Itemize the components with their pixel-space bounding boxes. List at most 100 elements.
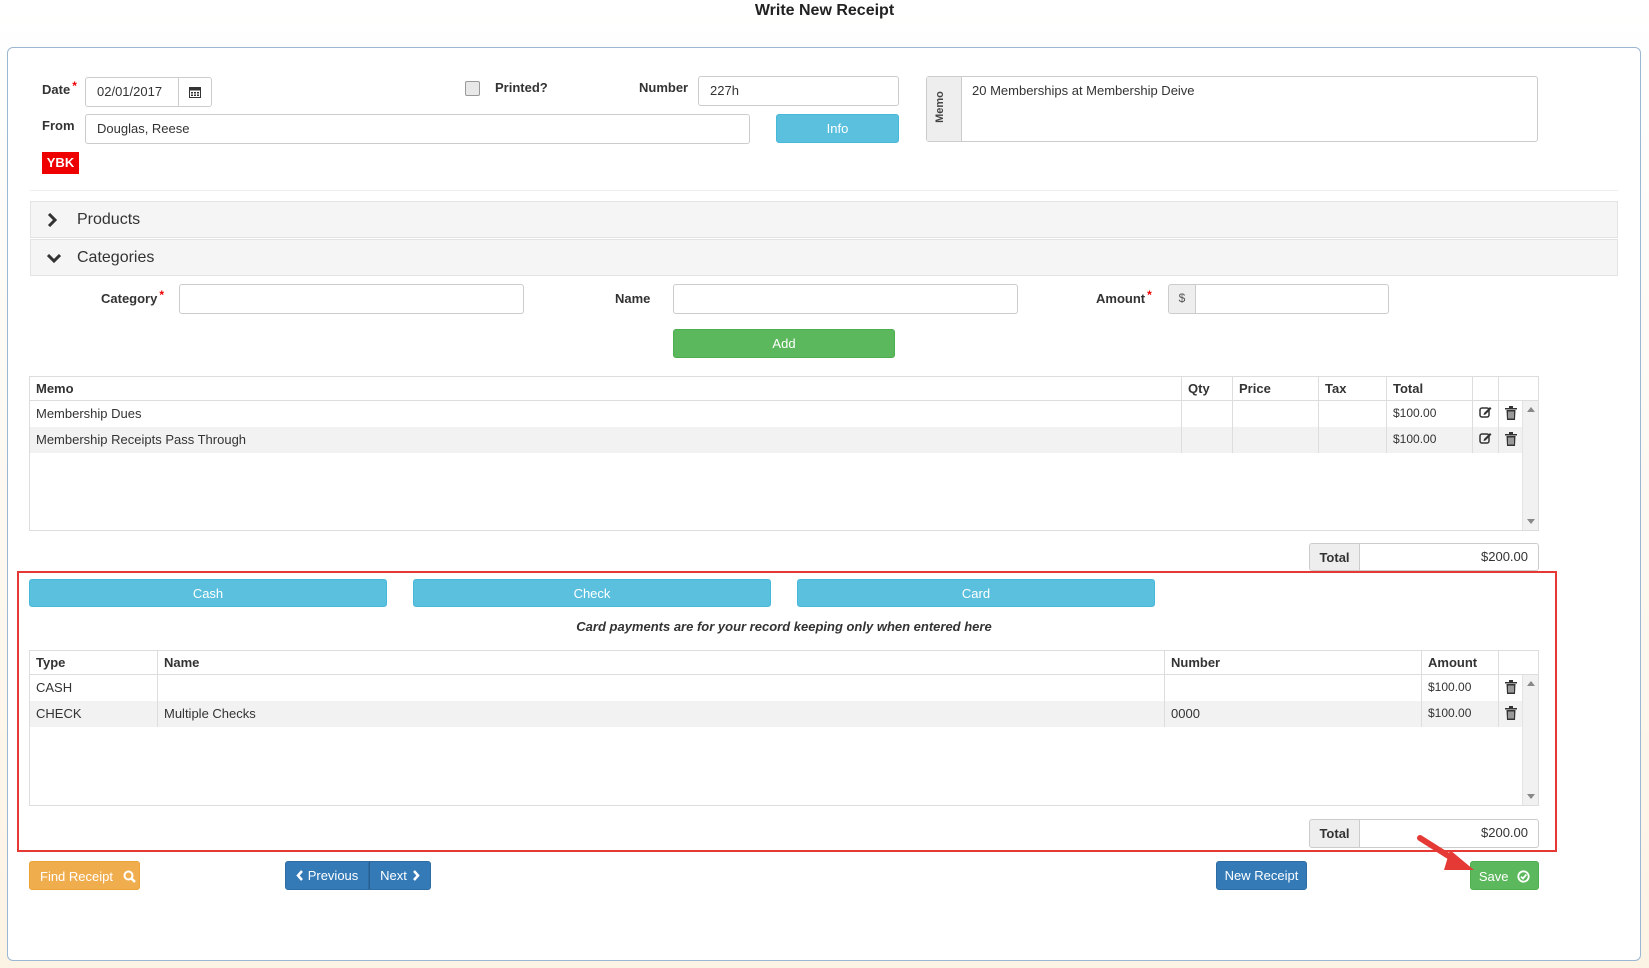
amount-label: Amount * [1096, 288, 1152, 306]
items-total-label: Total [1309, 543, 1360, 571]
calendar-icon [189, 87, 201, 98]
delete-button[interactable] [1499, 675, 1522, 701]
date-label: Date * [42, 79, 77, 97]
payments-header-name: Name [158, 651, 1165, 675]
items-header-tax: Tax [1319, 377, 1387, 401]
name-label: Name [615, 291, 651, 306]
cell-total: $100.00 [1387, 427, 1473, 453]
cell-price [1233, 401, 1319, 427]
cell-tax [1319, 401, 1387, 427]
items-header-memo: Memo [30, 377, 1182, 401]
payments-scrollbar[interactable] [1522, 675, 1538, 805]
next-label: Next [380, 868, 407, 883]
from-input[interactable]: Douglas, Reese [85, 114, 750, 144]
search-icon [123, 870, 136, 883]
date-input[interactable]: 02/01/2017 [85, 77, 179, 107]
cash-button[interactable]: Cash [29, 579, 387, 607]
delete-button[interactable] [1499, 401, 1522, 427]
items-header-qty: Qty [1182, 377, 1233, 401]
table-row[interactable]: Membership Dues $100.00 [30, 401, 1522, 427]
delete-button[interactable] [1499, 427, 1522, 453]
save-label: Save [1478, 869, 1509, 884]
annotation-arrow-icon [1417, 835, 1474, 870]
info-button[interactable]: Info [776, 114, 899, 143]
category-label: Category * [101, 288, 165, 306]
edit-icon [1479, 433, 1492, 444]
chevron-left-icon [296, 870, 303, 881]
card-payment-note: Card payments are for your record keepin… [576, 619, 992, 634]
scroll-up-icon [1527, 407, 1535, 412]
cell-name: Multiple Checks [158, 701, 1165, 727]
check-button[interactable]: Check [413, 579, 771, 607]
items-header-price: Price [1233, 377, 1319, 401]
cell-number [1165, 675, 1422, 701]
table-row[interactable]: CASH $100.00 [30, 675, 1522, 701]
cell-number: 0000 [1165, 701, 1422, 727]
chevron-right-icon [412, 870, 420, 881]
cell-amount: $100.00 [1422, 675, 1499, 701]
scroll-up-icon [1527, 681, 1535, 686]
payments-header-amount: Amount [1422, 651, 1499, 675]
items-total-value: $200.00 [1360, 543, 1539, 571]
items-table: Memo Qty Price Tax Total Membership Dues… [29, 376, 1539, 531]
amount-input[interactable] [1195, 284, 1389, 314]
number-input[interactable]: 227h [698, 76, 899, 106]
cell-type: CASH [30, 675, 158, 701]
items-header-delete [1499, 377, 1538, 401]
edit-button[interactable] [1473, 427, 1499, 453]
items-header-edit [1473, 377, 1499, 401]
categories-section-header[interactable]: Categories [30, 239, 1618, 276]
edit-button[interactable] [1473, 401, 1499, 427]
name-input[interactable] [673, 284, 1018, 314]
payments-header-delete [1499, 651, 1538, 675]
category-input[interactable] [179, 284, 524, 314]
payments-total-label: Total [1309, 819, 1360, 848]
memo-box: Memo 20 Memberships at Membership Deive [926, 76, 1538, 142]
items-header-total: Total [1387, 377, 1473, 401]
trash-icon [1505, 406, 1517, 420]
products-section-header[interactable]: Products [30, 201, 1618, 238]
memo-side-label: Memo [933, 91, 946, 123]
trash-icon [1505, 680, 1517, 694]
previous-button[interactable]: Previous [285, 861, 369, 890]
cell-amount: $100.00 [1422, 701, 1499, 727]
delete-button[interactable] [1499, 701, 1522, 727]
from-label: From [42, 118, 75, 133]
find-receipt-button[interactable]: Find Receipt [29, 861, 140, 890]
chevron-down-icon [47, 253, 61, 263]
items-scrollbar[interactable] [1522, 401, 1538, 530]
cell-tax [1319, 427, 1387, 453]
payments-header-number: Number [1165, 651, 1422, 675]
chevron-right-icon [47, 213, 57, 227]
cell-memo: Membership Receipts Pass Through [30, 427, 1182, 453]
cell-name [158, 675, 1165, 701]
categories-section-title: Categories [77, 249, 155, 266]
calendar-button[interactable] [178, 77, 212, 107]
products-section-title: Products [77, 211, 141, 228]
find-receipt-label: Find Receipt [40, 869, 113, 884]
cell-type: CHECK [30, 701, 158, 727]
currency-addon: $ [1168, 284, 1196, 314]
cell-total: $100.00 [1387, 401, 1473, 427]
memo-textarea[interactable]: 20 Memberships at Membership Deive [972, 83, 1195, 98]
memo-side-label-area: Memo [927, 77, 962, 141]
trash-icon [1505, 706, 1517, 720]
printed-label: Printed? [495, 80, 548, 95]
table-row[interactable]: CHECK Multiple Checks 0000 $100.00 [30, 701, 1522, 727]
trash-icon [1505, 432, 1517, 446]
payments-table: Type Name Number Amount CASH $100.00 CHE… [29, 650, 1539, 806]
page-title: Write New Receipt [754, 2, 895, 19]
card-button[interactable]: Card [797, 579, 1155, 607]
number-label: Number [639, 80, 689, 95]
table-row[interactable]: Membership Receipts Pass Through $100.00 [30, 427, 1522, 453]
printed-checkbox[interactable] [465, 81, 480, 96]
check-circle-icon [1517, 870, 1530, 883]
new-receipt-button[interactable]: New Receipt [1216, 861, 1307, 890]
next-button[interactable]: Next [369, 861, 431, 890]
scroll-down-icon [1527, 519, 1535, 524]
divider [30, 190, 1618, 191]
add-button[interactable]: Add [673, 329, 895, 358]
cell-qty [1182, 427, 1233, 453]
previous-label: Previous [307, 868, 359, 883]
cell-memo: Membership Dues [30, 401, 1182, 427]
